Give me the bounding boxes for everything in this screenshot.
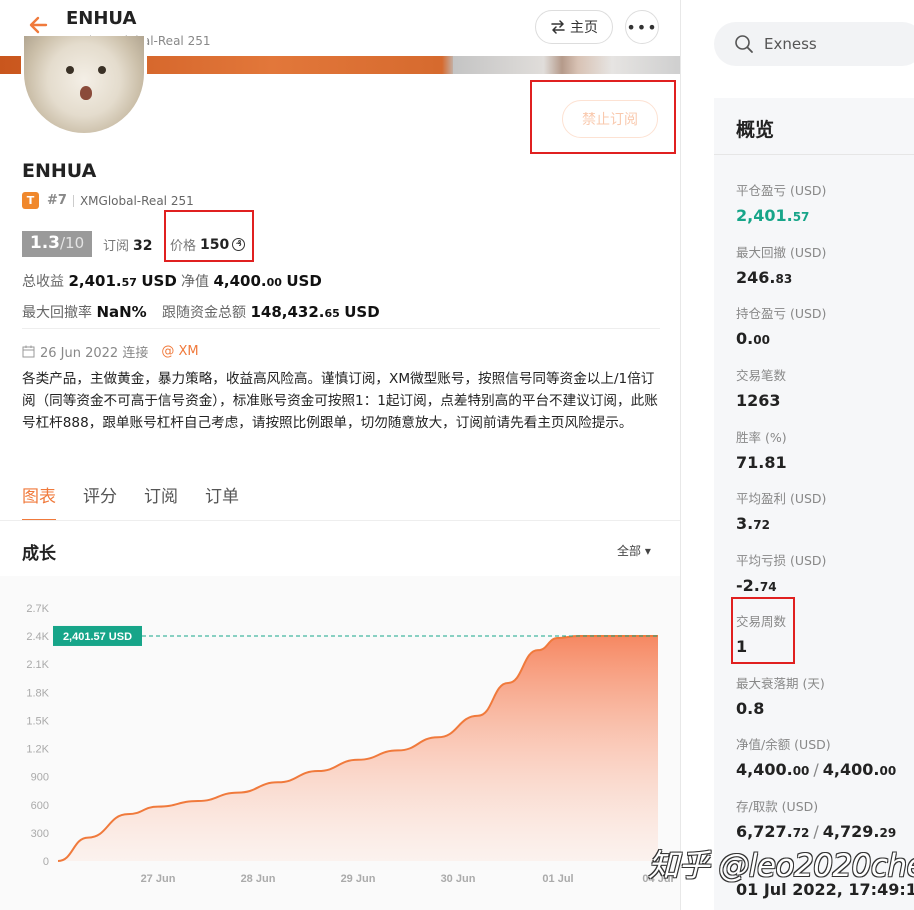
banner-photo (453, 56, 680, 74)
divider (22, 328, 660, 329)
stat-net-balance: 净值/余额 (USD) 4,400.00/4,400.00 (736, 737, 897, 779)
x-tick-label: 29 Jun (341, 873, 376, 885)
back-arrow-icon[interactable] (26, 12, 52, 38)
score-badge: 1.3/10 (22, 231, 92, 257)
overview-panel: 概览 平仓盈亏 (USD) 2,401.57 最大回撤 (USD) 246.83… (714, 98, 914, 910)
tab-bar: 图表 评分 订阅 订单 (22, 482, 239, 521)
highlight-box-price (164, 210, 254, 262)
stat-deposit-withdraw: 存/取款 (USD) 6,727.72/4,729.29 (736, 799, 897, 841)
search-placeholder: Exness (764, 35, 817, 53)
y-tick-label: 1.8K (26, 687, 49, 699)
x-tick-label: 01 Jul (542, 873, 573, 885)
calendar-icon (22, 345, 35, 358)
home-button[interactable]: 主页 (535, 10, 613, 44)
x-tick-label: 28 Jun (241, 873, 276, 885)
strategy-description: 各类产品，主做黄金，暴力策略，收益高风险高。谨慎订阅，XM微型账号，按照信号同等… (22, 371, 658, 431)
tab-orders[interactable]: 订单 (205, 482, 239, 507)
growth-chart-svg: 0 300 600 900 1.2K 1.5K 1.8K 2.1K 2.4K 2.7K 27 Jun… (26, 603, 673, 885)
broker-link[interactable]: @ XM (161, 344, 198, 359)
net-value: 净值 4,400.00 USD (181, 272, 322, 290)
stat-win-rate: 胜率 (%) 71.81 (736, 430, 787, 472)
overview-title: 概览 (736, 119, 775, 141)
tabs-divider (0, 520, 680, 521)
y-tick-label: 0 (43, 856, 49, 868)
y-tick-label: 1.5K (26, 715, 49, 727)
tab-chart[interactable]: 图表 (22, 482, 56, 521)
current-value-label: 2,401.57 USD (63, 631, 132, 643)
stat-avg-loss: 平均亏损 (USD) -2.74 (736, 553, 827, 595)
y-tick-label: 600 (31, 800, 49, 812)
home-button-label: 主页 (570, 20, 598, 36)
y-tick-label: 2.1K (26, 659, 49, 671)
y-tick-label: 300 (31, 828, 49, 840)
tab-rating[interactable]: 评分 (83, 482, 117, 507)
avatar-mouth (80, 86, 92, 100)
max-drawdown-rate: 最大回撤率 NaN% (22, 303, 147, 321)
stat-max-drawdown: 最大回撤 (USD) 246.83 (736, 245, 827, 287)
growth-area (58, 635, 658, 861)
x-tick-label: 27 Jun (141, 873, 176, 885)
y-tick-label: 2.7K (26, 603, 49, 615)
stat-floating-pnl: 持仓盈亏 (USD) 0.00 (736, 306, 827, 348)
search-box[interactable]: Exness (714, 22, 914, 66)
more-dots-icon: ••• (626, 17, 658, 37)
highlight-box-weeks (731, 597, 795, 664)
account-server: XMGlobal-Real 251 (79, 193, 194, 208)
growth-chart: 0 300 600 900 1.2K 1.5K 1.8K 2.1K 2.4K 2.7K 27 Jun… (0, 576, 680, 910)
connect-date: 26 Jun 2022 连接 (40, 346, 149, 361)
trader-profile-panel: ENHUA #7XMGlobal-Real 251 主页 ••• 禁止订阅 EN… (0, 0, 680, 910)
avatar (21, 36, 147, 136)
subscriptions-count: 订阅 32 (103, 238, 153, 254)
y-tick-label: 900 (31, 772, 49, 784)
avatar-eye-right (98, 66, 106, 74)
follow-funds-total: 跟随资金总额 148,432.65 USD (162, 303, 380, 321)
y-tick-label: 1.2K (26, 744, 49, 756)
range-select[interactable]: 全部 ▾ (617, 542, 651, 559)
stat-avg-profit: 平均盈利 (USD) 3.72 (736, 491, 827, 533)
overview-sidebar: Exness 概览 平仓盈亏 (USD) 2,401.57 最大回撤 (USD)… (681, 0, 914, 910)
highlight-box-subscribe (530, 80, 676, 154)
rank-number: #7 (47, 193, 67, 208)
score-value: 1.3 (29, 233, 60, 253)
chart-title: 成长 (22, 544, 56, 564)
total-profit: 总收益 2,401.57 USD (22, 272, 177, 290)
x-tick-label: 30 Jun (441, 873, 476, 885)
watermark: 知乎 @leo2020chen (648, 848, 914, 884)
search-icon (735, 35, 753, 53)
avatar-eye-left (66, 66, 74, 74)
tier-badge: T (22, 192, 39, 209)
stat-trade-count: 交易笔数 1263 (736, 368, 787, 410)
tab-subscription[interactable]: 订阅 (144, 482, 178, 507)
score-max: /10 (59, 234, 85, 252)
rank-row: T #7 XMGlobal-Real 251 (22, 192, 194, 209)
connect-date-row: 26 Jun 2022 连接 @ XM (22, 342, 199, 361)
header-title: ENHUA (66, 8, 137, 29)
stat-closed-pnl: 平仓盈亏 (USD) 2,401.57 (736, 183, 827, 225)
more-options-button[interactable]: ••• (625, 10, 659, 44)
switch-icon (551, 20, 565, 34)
y-tick-label: 2.4K (26, 631, 49, 643)
stat-max-decline-period: 最大衰落期 (天) 0.8 (736, 676, 825, 718)
trader-name: ENHUA (22, 160, 97, 182)
